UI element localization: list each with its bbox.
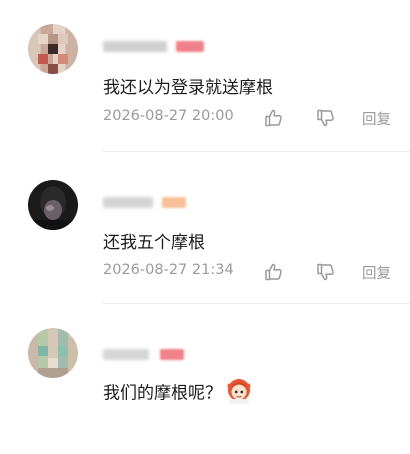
user-badge xyxy=(176,41,204,52)
comment-time: 2026-08-27 21:34 xyxy=(103,262,234,278)
anime-girl-emoji-icon xyxy=(226,378,252,409)
avatar[interactable] xyxy=(28,24,78,74)
comment-text: 我们的摩根呢？ xyxy=(103,378,252,409)
comment-text-content: 我们的摩根呢？ xyxy=(103,383,222,404)
username-blurred[interactable] xyxy=(103,197,153,208)
comment-item: 我还以为登录就送摩根 2026-08-27 20:00 回复 xyxy=(0,0,410,150)
thumbs-down-icon[interactable] xyxy=(315,107,337,129)
thumbs-up-icon[interactable] xyxy=(263,107,285,129)
comment-item: 我们的摩根呢？ xyxy=(0,304,410,454)
thumbs-up-icon[interactable] xyxy=(263,261,285,283)
reply-button[interactable]: 回复 xyxy=(362,108,391,129)
avatar[interactable] xyxy=(28,180,78,230)
comment-item: 还我五个摩根 2026-08-27 21:34 回复 xyxy=(0,152,410,302)
thumbs-down-icon[interactable] xyxy=(315,261,337,283)
username-blurred[interactable] xyxy=(103,349,149,360)
comment-time: 2026-08-27 20:00 xyxy=(103,108,234,124)
comment-meta: 2026-08-27 20:00 回复 xyxy=(103,108,403,128)
comment-text: 我还以为登录就送摩根 xyxy=(103,78,273,98)
avatar[interactable] xyxy=(28,328,78,378)
user-badge xyxy=(162,197,186,208)
username-blurred[interactable] xyxy=(103,41,167,52)
comment-text: 还我五个摩根 xyxy=(103,233,205,253)
user-badge xyxy=(160,349,184,360)
reply-button[interactable]: 回复 xyxy=(362,262,391,283)
comment-meta: 2026-08-27 21:34 回复 xyxy=(103,262,403,282)
